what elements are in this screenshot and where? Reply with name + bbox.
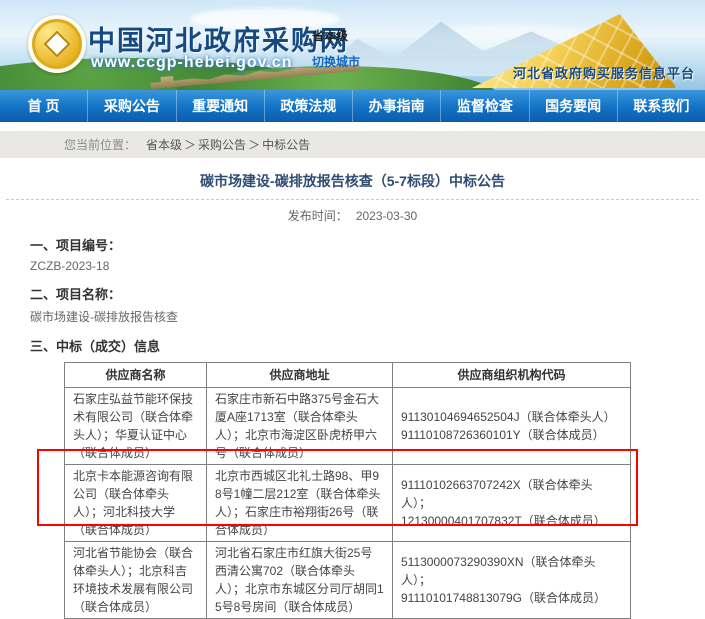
- column-header-supplier-org-code: 供应商组织机构代码: [393, 363, 631, 388]
- breadcrumb-item-province[interactable]: 省本级: [146, 136, 182, 153]
- org-code-line: 91130104694652504J（联合体牵头人）: [401, 408, 622, 426]
- supplier-address-cell: 河北省石家庄市红旗大街25号西清公寓702（联合体牵头人）；北京市东城区分司厅胡…: [207, 542, 393, 619]
- breadcrumb-separator: ＞: [248, 136, 260, 153]
- supplier-table: 供应商名称 供应商地址 供应商组织机构代码 石家庄弘益节能环保技术有限公司（联合…: [64, 362, 631, 619]
- switch-city-link[interactable]: 切换城市: [312, 53, 360, 70]
- site-title: 中国河北政府采购网: [88, 19, 349, 58]
- article-content: 碳市场建设-碳排放报告核查（5-7标段）中标公告 发布时间： 2023-03-30…: [0, 158, 705, 528]
- org-code-line: 12130000401707832T（联合体成员）: [401, 512, 622, 530]
- region-label: 省本级: [312, 27, 348, 44]
- title-divider: [6, 199, 699, 200]
- table-row: 北京卡本能源咨询有限公司（联合体牵头人）；河北科技大学（联合体成员） 北京市西城…: [65, 465, 631, 542]
- site-url: www.ccgp-hebei.gov.cn: [91, 54, 292, 72]
- nav-item-service-guide[interactable]: 办事指南: [353, 90, 441, 122]
- nav-item-state-news[interactable]: 国务要闻: [530, 90, 618, 122]
- nav-item-policies[interactable]: 政策法规: [265, 90, 353, 122]
- page-title: 碳市场建设-碳排放报告核查（5-7标段）中标公告: [0, 158, 705, 191]
- supplier-name-cell: 石家庄弘益节能环保技术有限公司（联合体牵头人）；华夏认证中心（联合体成员）: [65, 388, 207, 465]
- supplier-name-cell: 河北省节能协会（联合体牵头人）；北京科吉环境技术发展有限公司（联合体成员）: [65, 542, 207, 619]
- site-header: 中国河北政府采购网 www.ccgp-hebei.gov.cn 省本级 切换城市…: [0, 0, 705, 90]
- main-nav: 首 页 采购公告 重要通知 政策法规 办事指南 监督检查 国务要闻 联系我们: [0, 90, 705, 122]
- nav-item-important-notices[interactable]: 重要通知: [177, 90, 265, 122]
- supplier-code-cell: 91130104694652504J（联合体牵头人） 9111010872636…: [393, 388, 631, 465]
- nav-item-contact[interactable]: 联系我们: [618, 90, 705, 122]
- publish-date-label: 发布时间：: [288, 209, 348, 223]
- nav-item-supervision[interactable]: 监督检查: [441, 90, 529, 122]
- nav-item-procurement-announcements[interactable]: 采购公告: [88, 90, 176, 122]
- column-header-supplier-address: 供应商地址: [207, 363, 393, 388]
- org-code-line: 91110101748813079G（联合体成员）: [401, 589, 622, 607]
- supplier-name-cell: 北京卡本能源咨询有限公司（联合体牵头人）；河北科技大学（联合体成员）: [65, 465, 207, 542]
- publish-date-value: 2023-03-30: [356, 209, 417, 223]
- project-number-value: ZCZB-2023-18: [30, 259, 705, 273]
- org-code-line: 91110102663707242X（联合体牵头人）；: [401, 476, 622, 512]
- platform-label: 河北省政府购买服务信息平台: [513, 63, 695, 82]
- section-heading-project-number: 一、项目编号：: [30, 235, 705, 254]
- org-code-line: 91110108726360101Y（联合体成员）: [401, 426, 622, 444]
- breadcrumb-item-award-notice[interactable]: 中标公告: [262, 136, 310, 153]
- supplier-address-cell: 石家庄市新石中路375号金石大厦A座1713室（联合体牵头人）；北京市海淀区卧虎…: [207, 388, 393, 465]
- breadcrumb-item-announcements[interactable]: 采购公告: [198, 136, 246, 153]
- breadcrumb-separator: ＞: [184, 136, 196, 153]
- breadcrumb: 您当前位置： 省本级 ＞ 采购公告 ＞ 中标公告: [0, 131, 705, 158]
- site-logo-icon[interactable]: [28, 15, 86, 73]
- nav-item-home[interactable]: 首 页: [0, 90, 88, 122]
- supplier-code-cell: 5113000073290390XN（联合体牵头人）； 911101017488…: [393, 542, 631, 619]
- table-header-row: 供应商名称 供应商地址 供应商组织机构代码: [65, 363, 631, 388]
- column-header-supplier-name: 供应商名称: [65, 363, 207, 388]
- table-row: 石家庄弘益节能环保技术有限公司（联合体牵头人）；华夏认证中心（联合体成员） 石家…: [65, 388, 631, 465]
- supplier-code-cell: 91110102663707242X（联合体牵头人）； 121300004017…: [393, 465, 631, 542]
- project-name-value: 碳市场建设-碳排放报告核查: [30, 308, 705, 325]
- page: 中国河北政府采购网 www.ccgp-hebei.gov.cn 省本级 切换城市…: [0, 0, 705, 528]
- org-code-line: 5113000073290390XN（联合体牵头人）；: [401, 553, 622, 589]
- publish-date-line: 发布时间： 2023-03-30: [0, 207, 705, 224]
- breadcrumb-prefix: 您当前位置：: [64, 136, 136, 153]
- table-row-highlighted: 河北省节能协会（联合体牵头人）；北京科吉环境技术发展有限公司（联合体成员） 河北…: [65, 542, 631, 619]
- section-heading-project-name: 二、项目名称：: [30, 284, 705, 303]
- supplier-address-cell: 北京市西城区北礼士路98、甲98号1幢二层212室（联合体牵头人）；石家庄市裕翔…: [207, 465, 393, 542]
- section-heading-award-info: 三、中标（成交）信息: [30, 336, 705, 355]
